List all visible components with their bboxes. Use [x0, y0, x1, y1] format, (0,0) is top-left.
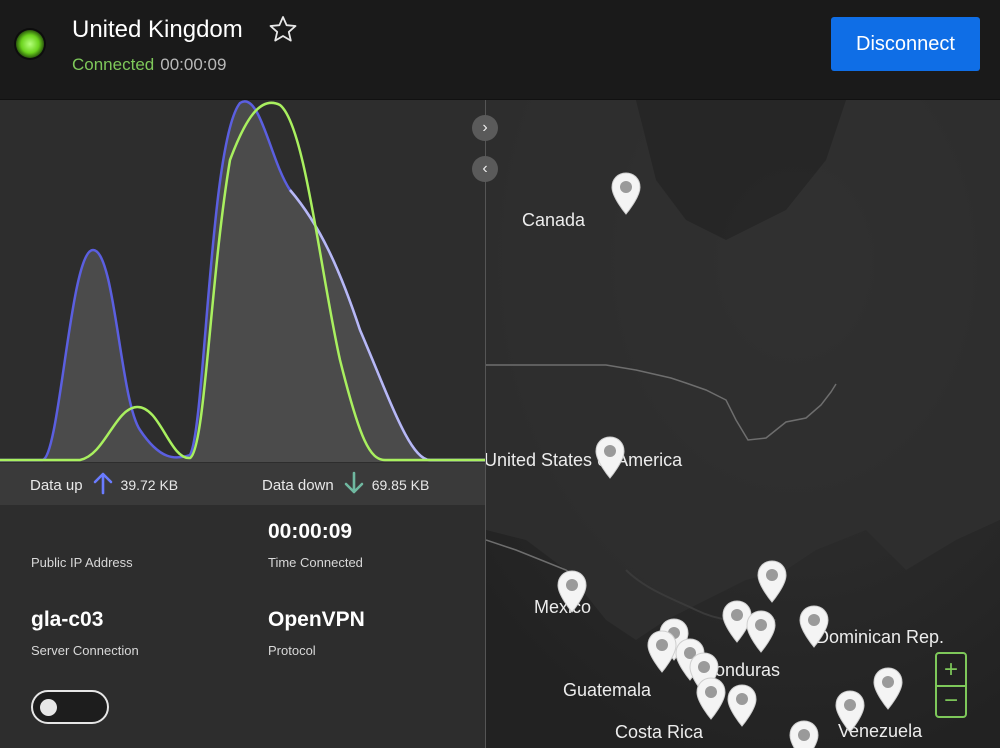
- data-up-area: [0, 101, 486, 462]
- chevron-right-icon[interactable]: ›: [472, 115, 498, 141]
- server-map[interactable]: Canada United States of America Mexico G…: [486, 100, 1000, 748]
- data-up-label: Data up: [30, 476, 83, 494]
- server-pin-icon[interactable]: [726, 684, 758, 728]
- connection-elapsed-time: 00:00:09: [160, 55, 227, 74]
- server-country: United Kingdom: [72, 16, 243, 43]
- protocol-value: OpenVPN: [268, 608, 365, 631]
- favorite-star-icon[interactable]: [268, 14, 298, 44]
- arrow-down-icon: [344, 471, 364, 494]
- connection-status-indicator: [16, 30, 44, 58]
- map-label-dominican: Dominican Rep.: [816, 627, 945, 647]
- server-connection-label: Server Connection: [31, 643, 139, 658]
- map-background: [486, 100, 1000, 748]
- connection-status-line: Connected 00:00:09: [72, 55, 226, 75]
- server-pin-icon[interactable]: [834, 690, 866, 734]
- time-connected-value: 00:00:09: [268, 520, 353, 543]
- server-pin-icon[interactable]: [594, 436, 626, 480]
- feature-toggle[interactable]: [31, 690, 109, 724]
- data-down-label: Data down: [262, 476, 334, 494]
- arrow-up-icon: [93, 472, 112, 495]
- traffic-graph: [0, 100, 486, 462]
- map-label-guatemala: Guatemala: [563, 680, 652, 700]
- data-down-value: 69.85 KB: [371, 477, 430, 493]
- map-label-usa: United States of America: [486, 450, 683, 470]
- server-pin-icon[interactable]: [756, 560, 788, 604]
- time-connected-label: Time Connected: [268, 555, 363, 570]
- toggle-knob: [40, 699, 57, 716]
- panel-divider: [485, 100, 486, 748]
- data-up-stat: Data up 39.72 KB: [30, 472, 179, 495]
- connection-details-panel: Data up 39.72 KB Data down 69.85 KB Publ…: [0, 100, 486, 748]
- data-down-stat: Data down 69.85 KB: [262, 471, 430, 495]
- server-pin-icon[interactable]: [610, 172, 642, 216]
- server-pin-icon[interactable]: [745, 610, 777, 654]
- protocol-label: Protocol: [268, 643, 316, 658]
- server-pin-icon[interactable]: [798, 605, 830, 649]
- data-up-value: 39.72 KB: [120, 477, 179, 493]
- zoom-in-button[interactable]: +: [937, 654, 965, 687]
- server-pin-icon[interactable]: [788, 720, 820, 748]
- connection-status-text: Connected: [72, 55, 155, 74]
- public-ip-label: Public IP Address: [31, 555, 133, 570]
- zoom-out-button[interactable]: −: [937, 685, 965, 716]
- map-label-canada: Canada: [522, 210, 586, 230]
- header: United Kingdom Connected 00:00:09 Disconn…: [0, 0, 1000, 100]
- traffic-stats-bar: Data up 39.72 KB Data down 69.85 KB: [0, 463, 486, 505]
- server-pin-icon[interactable]: [556, 570, 588, 614]
- server-pin-icon[interactable]: [695, 677, 727, 721]
- map-label-costa-rica: Costa Rica: [615, 722, 704, 742]
- server-pin-icon[interactable]: [872, 667, 904, 711]
- map-zoom-control: + −: [935, 652, 967, 718]
- chevron-left-icon[interactable]: ‹: [472, 156, 498, 182]
- disconnect-button[interactable]: Disconnect: [831, 17, 980, 71]
- server-connection-value: gla-c03: [31, 608, 104, 631]
